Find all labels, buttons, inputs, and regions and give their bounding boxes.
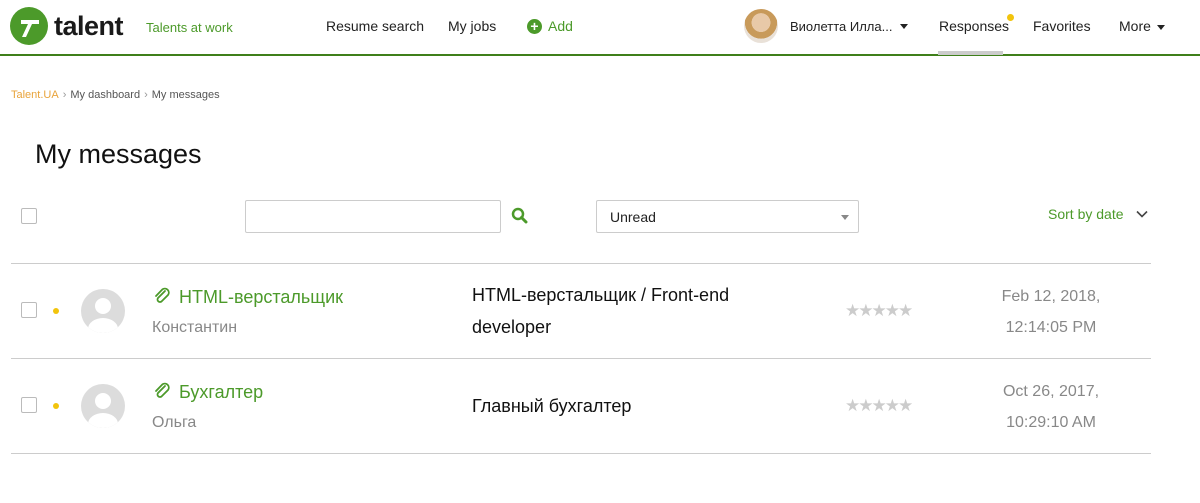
row-checkbox[interactable]: [21, 397, 37, 413]
avatar-placeholder: [81, 289, 125, 333]
search-input[interactable]: [245, 200, 501, 233]
time-text: 12:14:05 PM: [1005, 319, 1097, 336]
paperclip-icon: [152, 286, 172, 311]
sender-name: Константин: [152, 319, 238, 336]
user-menu[interactable]: Виолетта Илла...: [744, 9, 909, 43]
paperclip-icon: [152, 381, 172, 406]
message-row[interactable]: Бухгалтер Ольга Главный бухгалтер ★★★★★ …: [11, 359, 1151, 453]
rating-stars[interactable]: ★★★★★: [845, 396, 913, 416]
page-title: My messages: [35, 139, 202, 169]
add-label: Add: [548, 18, 573, 34]
breadcrumb-home[interactable]: Talent.UA: [11, 89, 59, 101]
vacancy-title[interactable]: Главный бухгалтер: [472, 390, 802, 422]
nav-my-jobs[interactable]: My jobs: [448, 18, 496, 34]
filter-select-value: Unread: [610, 209, 656, 225]
breadcrumb-separator: ›: [62, 89, 67, 101]
message-date: Feb 12, 2018, 12:14:05 PM: [951, 281, 1151, 343]
sort-label: Sort by date: [1048, 206, 1124, 222]
sender-name: Ольга: [152, 414, 197, 431]
vacancy-title[interactable]: HTML-верстальщик / Front-end developer: [472, 279, 802, 343]
search-icon[interactable]: [511, 207, 528, 229]
breadcrumb-current: My messages: [151, 89, 220, 101]
breadcrumb-separator: ›: [144, 89, 148, 101]
date-text: Feb 12, 2018,: [1001, 288, 1101, 305]
nav-responses[interactable]: Responses: [939, 18, 1009, 34]
nav-more[interactable]: More: [1119, 18, 1165, 34]
dropdown-arrow-icon: [841, 215, 849, 220]
breadcrumb: Talent.UA › My dashboard › My messages: [11, 89, 220, 101]
more-label: More: [1119, 18, 1151, 34]
row-checkbox[interactable]: [21, 302, 37, 318]
nav-favorites[interactable]: Favorites: [1033, 18, 1091, 34]
tagline: Talents at work: [146, 20, 233, 35]
talent-logo[interactable]: talent: [10, 7, 124, 45]
message-date: Oct 26, 2017, 10:29:10 AM: [951, 376, 1151, 438]
select-all-checkbox[interactable]: [21, 208, 37, 224]
message-row[interactable]: HTML-верстальщик Константин HTML-верстал…: [11, 264, 1151, 358]
user-avatar: [744, 9, 778, 43]
user-name: Виолетта Илла...: [790, 18, 893, 34]
notification-dot: [1007, 14, 1014, 21]
message-title[interactable]: Бухгалтер: [179, 382, 263, 403]
logo-text: talent: [54, 10, 124, 41]
nav-add-button[interactable]: + Add: [527, 18, 573, 34]
sort-dropdown[interactable]: Sort by date: [1048, 206, 1148, 222]
rating-stars[interactable]: ★★★★★: [845, 301, 913, 321]
message-title[interactable]: HTML-верстальщик: [179, 287, 343, 308]
divider: [11, 453, 1151, 454]
caret-down-icon: [900, 23, 909, 29]
unread-indicator: [53, 308, 59, 314]
nav-resume-search[interactable]: Resume search: [326, 18, 424, 34]
avatar-placeholder: [81, 384, 125, 428]
plus-icon: +: [527, 18, 542, 34]
time-text: 10:29:10 AM: [1006, 414, 1096, 431]
date-text: Oct 26, 2017,: [1002, 383, 1100, 400]
filter-select[interactable]: Unread: [596, 200, 859, 233]
top-header: talent Talents at work Resume search My …: [0, 0, 1200, 56]
chevron-down-icon: [1135, 210, 1148, 218]
active-tab-indicator: [938, 51, 1003, 55]
unread-indicator: [53, 403, 59, 409]
breadcrumb-dashboard[interactable]: My dashboard: [70, 89, 140, 101]
talent-logo-icon: [10, 7, 48, 45]
caret-down-icon: [1156, 24, 1165, 30]
